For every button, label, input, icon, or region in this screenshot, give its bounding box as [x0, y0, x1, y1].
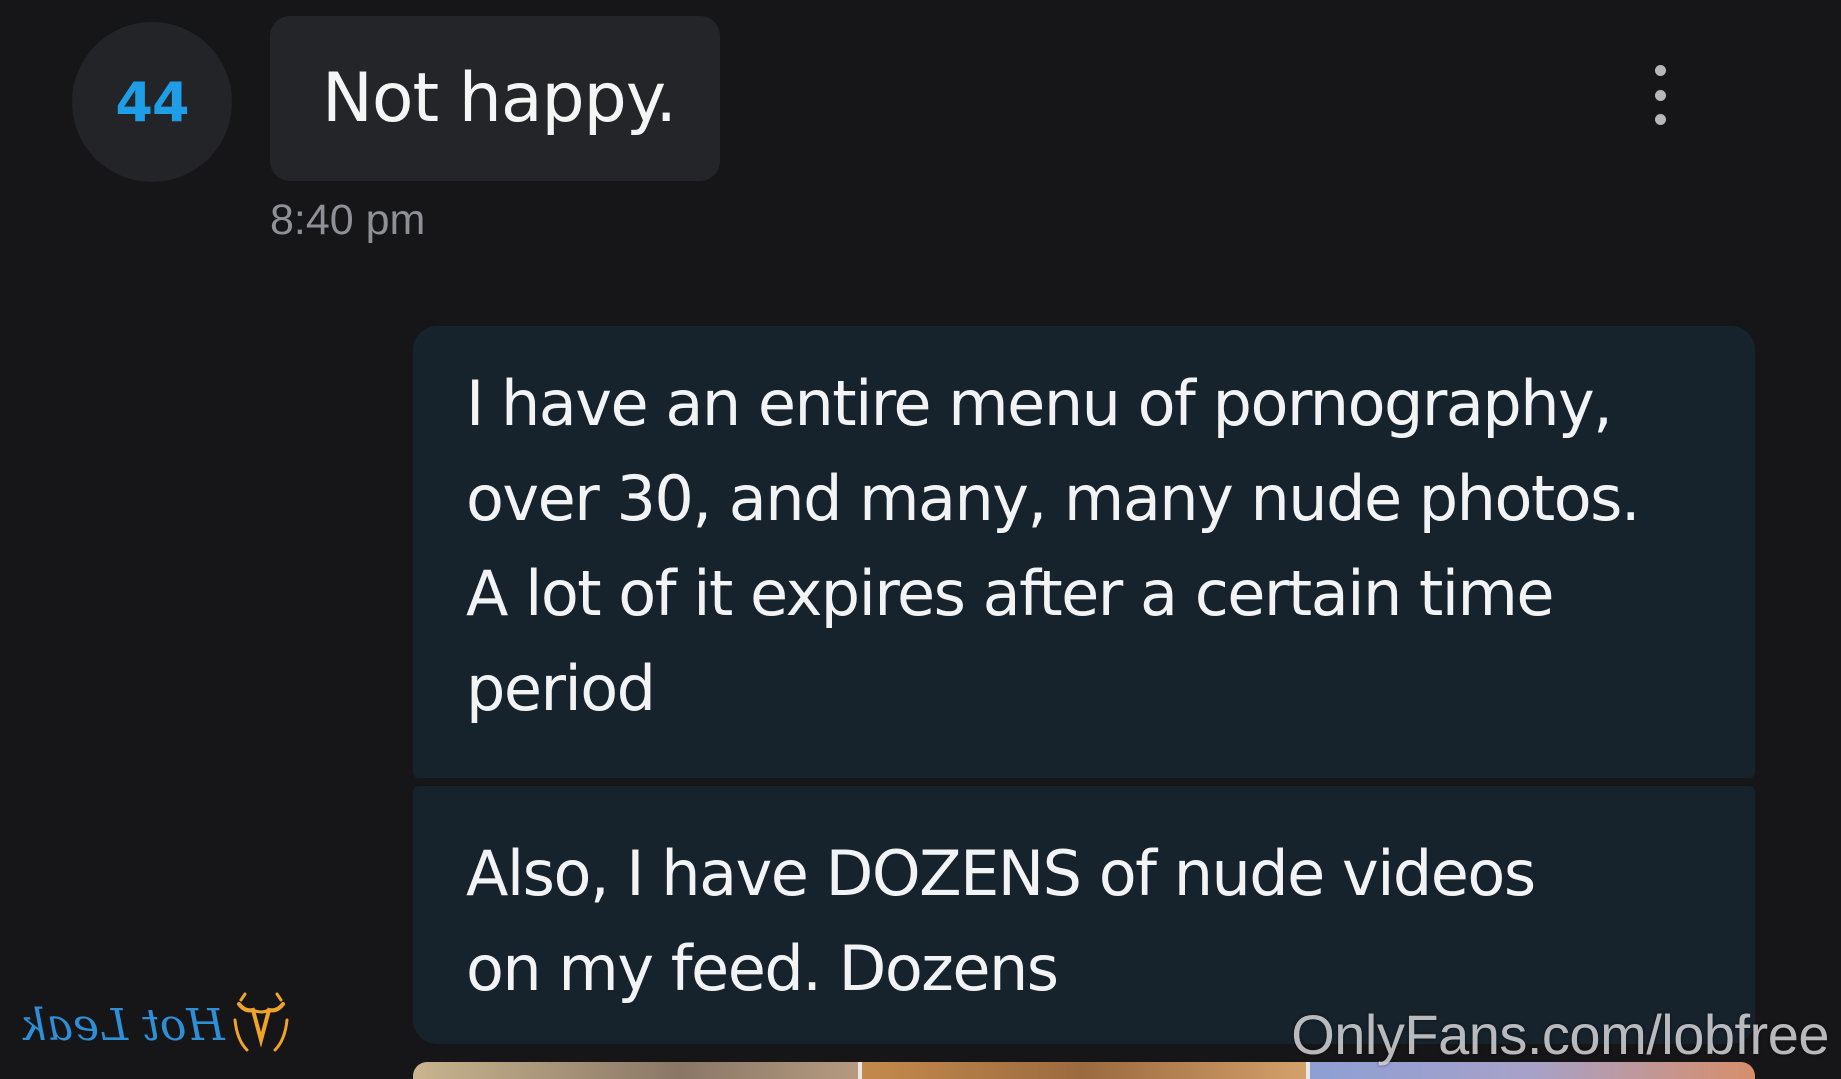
more-vertical-icon	[1654, 65, 1666, 76]
outgoing-message-text: Also, I have DOZENS of nude videos on my…	[466, 837, 1536, 1005]
media-thumbnail[interactable]	[413, 1062, 858, 1079]
outgoing-message-text: I have an entire menu of pornography, ov…	[466, 367, 1641, 725]
more-vertical-icon-dot	[1654, 89, 1666, 101]
more-options-button[interactable]	[1640, 65, 1680, 125]
media-thumbnail[interactable]	[857, 1062, 1307, 1079]
incoming-message-text: Not happy.	[322, 59, 677, 138]
more-vertical-icon-dot	[1654, 114, 1666, 125]
hotleak-watermark: Hot Leak	[20, 990, 291, 1060]
hotleak-logo-icon	[233, 992, 289, 1052]
onlyfans-watermark: OnlyFans.com/lobfree	[1291, 1003, 1829, 1066]
avatar[interactable]: 44	[72, 22, 232, 182]
outgoing-message-bubble[interactable]: I have an entire menu of pornography, ov…	[413, 326, 1755, 778]
avatar-label: 44	[115, 70, 189, 134]
hotleak-watermark-text: Hot Leak	[20, 999, 225, 1051]
chat-screen: 44 Not happy. 8:40 pm I have an entire m…	[0, 0, 1841, 1079]
message-timestamp: 8:40 pm	[270, 196, 426, 244]
incoming-message-bubble[interactable]: Not happy.	[270, 16, 720, 181]
